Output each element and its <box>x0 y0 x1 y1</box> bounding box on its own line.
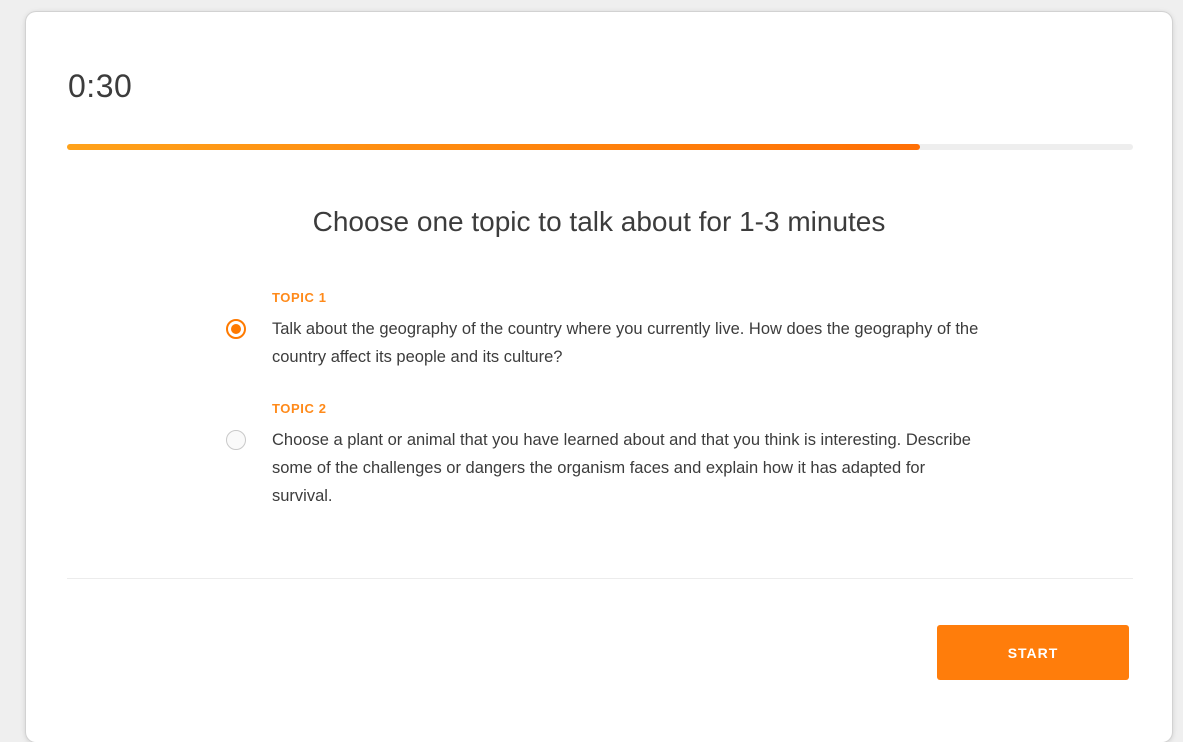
topic-2-row[interactable]: Choose a plant or animal that you have l… <box>226 426 986 510</box>
topic-1-label: TOPIC 1 <box>272 290 327 305</box>
prompt-heading: Choose one topic to talk about for 1-3 m… <box>312 206 886 237</box>
topic-1-text[interactable]: Talk about the geography of the country … <box>272 315 982 371</box>
task-card: 0:30 Choose one topic to talk about for … <box>26 12 1172 742</box>
topic-option-2[interactable]: TOPIC 2 Choose a plant or animal that yo… <box>226 401 986 510</box>
start-button[interactable]: START <box>937 625 1129 680</box>
topic-1-row[interactable]: Talk about the geography of the country … <box>226 315 986 371</box>
topic-option-1[interactable]: TOPIC 1 Talk about the geography of the … <box>226 290 986 371</box>
progress-bar-fill <box>67 144 920 150</box>
countdown-timer: 0:30 <box>68 68 133 104</box>
footer-divider <box>67 578 1133 579</box>
topic-2-radio-button[interactable] <box>226 430 246 450</box>
topic-2-text[interactable]: Choose a plant or animal that you have l… <box>272 426 982 510</box>
progress-bar <box>67 144 1133 150</box>
topic-2-label: TOPIC 2 <box>272 401 327 416</box>
topic-1-radio-button[interactable] <box>226 319 246 339</box>
